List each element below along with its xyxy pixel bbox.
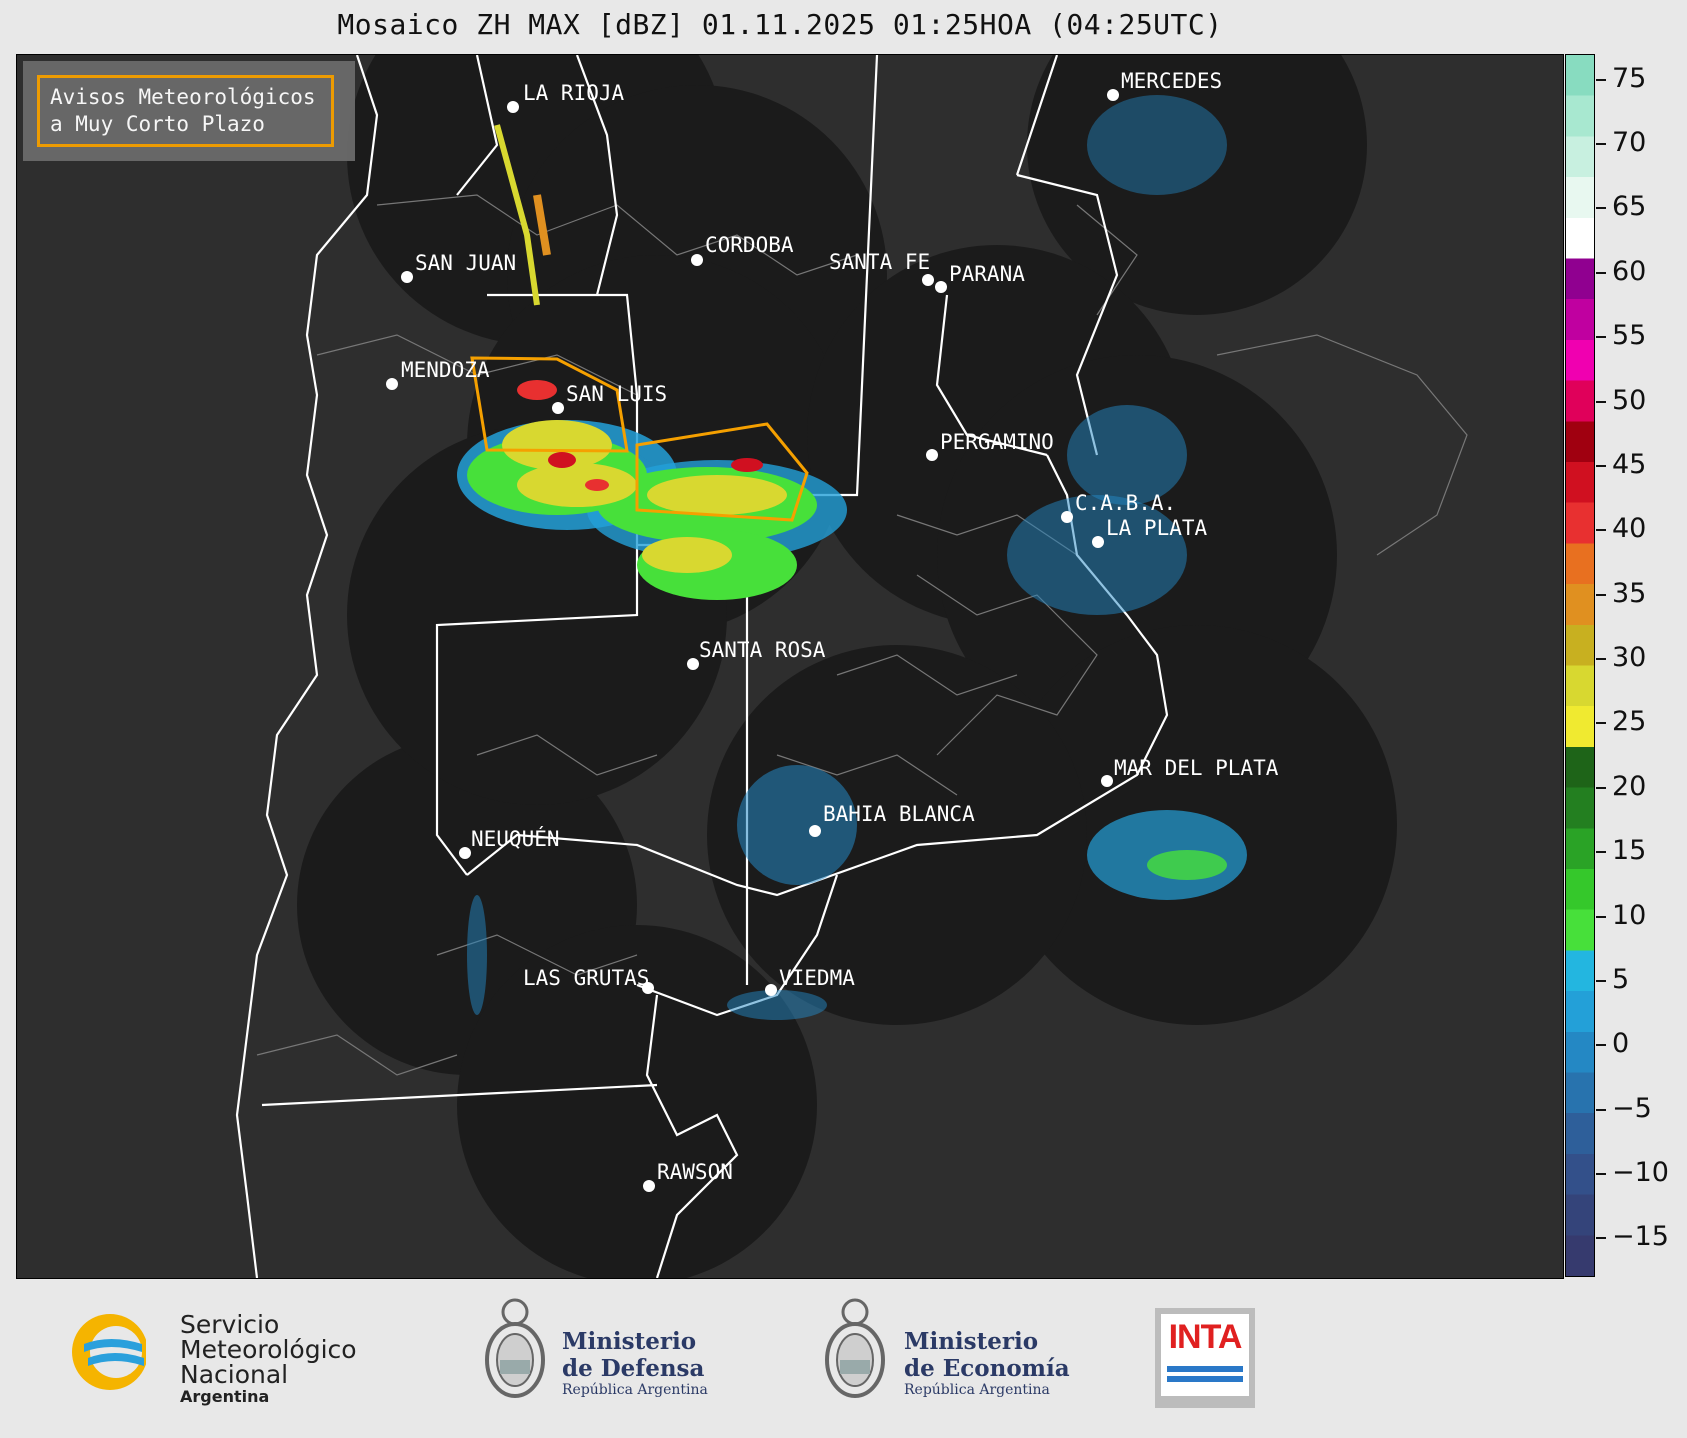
- inta-logo-text: INTA: [1168, 1318, 1243, 1356]
- colorbar-tick-label: 50: [1612, 384, 1647, 416]
- colorbar-tick: [1596, 1173, 1606, 1175]
- colorbar-tick: [1596, 1108, 1606, 1111]
- colorbar-tick-label: −10: [1612, 1157, 1669, 1188]
- colorbar-tick-label: 40: [1612, 513, 1647, 545]
- defensa-line2: de Defensa: [562, 1355, 705, 1382]
- smn-logo: Servicio Meteorológico Nacional Argentin…: [66, 1308, 396, 1408]
- footer-logos: Servicio Meteorológico Nacional Argentin…: [0, 1278, 1687, 1438]
- colorbar-tick: [1596, 336, 1606, 339]
- economia-line2: de Economía: [904, 1355, 1070, 1382]
- economia-logo: Ministerio de Economía República Argenti…: [820, 1294, 1100, 1414]
- colorbar-tick-label: 20: [1612, 770, 1647, 802]
- colorbar-tick-label: 5: [1612, 963, 1630, 995]
- city-label-la-rioja: LA RIOJA: [523, 81, 625, 105]
- smn-line3: Nacional: [180, 1360, 289, 1389]
- colorbar-tick: [1596, 979, 1606, 982]
- city-label-san-luis: SAN LUIS: [566, 382, 668, 406]
- alert-legend: Avisos Meteorológicos a Muy Corto Plazo: [23, 61, 355, 161]
- colorbar-tick-label: 60: [1612, 255, 1647, 287]
- city-label-mar-del-plata: MAR DEL PLATA: [1114, 756, 1279, 780]
- colorbar-tick: [1596, 464, 1606, 467]
- coat-of-arms-icon: [825, 1298, 885, 1398]
- city-label-san-juan: SAN JUAN: [415, 251, 517, 275]
- city-label-mercedes: MERCEDES: [1121, 69, 1223, 93]
- city-label-cordoba: CORDOBA: [705, 233, 794, 257]
- city-label-pergamino: PERGAMINO: [940, 430, 1054, 454]
- inta-logo: INTA: [1155, 1308, 1255, 1408]
- inta-stripe-2: [1167, 1376, 1243, 1382]
- economia-line3: República Argentina: [904, 1382, 1050, 1398]
- economia-line1: Ministerio: [904, 1328, 1039, 1355]
- colorbar-tick-label: 15: [1612, 835, 1647, 867]
- colorbar-tick-label: 10: [1612, 899, 1647, 931]
- smn-line1: Servicio: [180, 1310, 280, 1339]
- colorbar-tick: [1596, 207, 1606, 210]
- colorbar-tick: [1596, 1237, 1606, 1240]
- colorbar-tick: [1596, 271, 1606, 274]
- alert-legend-frame: Avisos Meteorológicos a Muy Corto Plazo: [37, 75, 334, 147]
- city-label-las-grutas: LAS GRUTAS: [523, 966, 650, 990]
- colorbar-tick: [1596, 1044, 1606, 1047]
- city-label-neuquen: NEUQUÉN: [471, 827, 560, 851]
- colorbar-tick: [1596, 143, 1606, 146]
- alert-legend-line1: Avisos Meteorológicos: [50, 85, 316, 109]
- coat-of-arms-icon: [485, 1298, 545, 1398]
- city-label-parana: PARANA: [949, 262, 1025, 286]
- colorbar: [1565, 54, 1595, 1277]
- city-label-la-plata: LA PLATA: [1106, 516, 1208, 540]
- smn-emblem-icon: [72, 1314, 146, 1390]
- city-label-mendoza: MENDOZA: [401, 358, 490, 382]
- colorbar-tick: [1596, 400, 1606, 403]
- city-label-bahia-blanca: BAHIA BLANCA: [823, 802, 975, 826]
- city-label-santa-fe: SANTA FE: [829, 250, 931, 274]
- colorbar-tick: [1596, 915, 1606, 918]
- inta-stripe-1: [1167, 1366, 1243, 1372]
- colorbar-tick-label: −15: [1612, 1221, 1669, 1253]
- inta-logo-panel: INTA: [1161, 1314, 1249, 1396]
- colorbar-tick-label: −5: [1612, 1092, 1652, 1124]
- colorbar-tick-label: 75: [1612, 62, 1647, 94]
- smn-line4: Argentina: [180, 1387, 270, 1406]
- colorbar-tick-label: 35: [1612, 577, 1647, 609]
- colorbar-tick-label: 25: [1612, 706, 1647, 738]
- colorbar-tick: [1596, 851, 1606, 854]
- colorbar-tick: [1596, 786, 1606, 789]
- radar-map[interactable]: LA RIOJA MERCEDES SAN JUAN CORDOBA SANTA…: [16, 54, 1564, 1279]
- colorbar-tick: [1596, 593, 1606, 596]
- city-label-rawson: RAWSON: [657, 1160, 733, 1184]
- defensa-logo: Ministerio de Defensa República Argentin…: [480, 1294, 740, 1414]
- city-label-santa-rosa: SANTA ROSA: [699, 638, 826, 662]
- colorbar-tick: [1596, 78, 1606, 81]
- smn-line2: Meteorológico: [180, 1335, 357, 1364]
- city-label-caba: C.A.B.A.: [1075, 491, 1177, 515]
- colorbar-tick-label: 30: [1612, 642, 1647, 674]
- colorbar-tick-label: 65: [1612, 191, 1647, 223]
- defensa-line1: Ministerio: [562, 1328, 697, 1355]
- city-label-viedma: VIEDMA: [779, 966, 855, 990]
- colorbar-tick-label: 0: [1612, 1028, 1630, 1060]
- colorbar-tick-label: 45: [1612, 448, 1647, 480]
- colorbar-tick-label: 70: [1612, 127, 1647, 159]
- colorbar-tick: [1596, 529, 1606, 532]
- map-title: Mosaico ZH MAX [dBZ] 01.11.2025 01:25HOA…: [337, 8, 1223, 41]
- defensa-line3: República Argentina: [562, 1382, 708, 1398]
- alert-legend-line2: a Muy Corto Plazo: [50, 112, 265, 136]
- colorbar-tick: [1596, 658, 1606, 661]
- colorbar-tick-label: 55: [1612, 320, 1647, 352]
- colorbar-tick: [1596, 722, 1606, 725]
